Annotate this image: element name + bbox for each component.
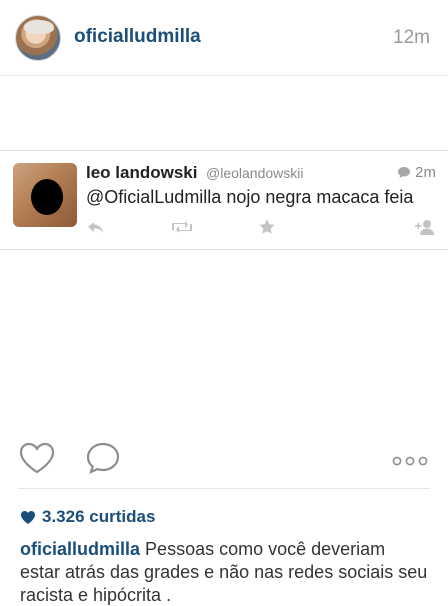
likes-text: 3.326 curtidas [42,507,156,526]
tweet-card: leo landowski @leolandowskii 2m @Oficial… [0,150,448,250]
more-icon[interactable] [392,453,428,471]
small-heart-icon [21,510,35,524]
tweet-avatar [13,163,77,227]
tweet-author-name: leo landowski [86,163,198,182]
reply-icon [86,217,106,237]
heart-icon[interactable] [18,441,56,480]
post-action-bar [0,435,448,485]
avatar-censor-mask [31,179,63,215]
post-username[interactable]: oficialludmilla [74,26,201,48]
follow-icon [412,217,436,237]
caption-username[interactable]: oficialludmilla [20,539,140,559]
post-timestamp: 12m [393,27,430,48]
tweet-time: 2m [397,164,436,181]
tweet-author-handle: @leolandowskii [206,165,304,181]
speech-bubble-icon [398,167,411,178]
tweet-text: @OficialLudmilla nojo negra macaca feia [86,187,414,207]
divider [18,488,430,489]
retweet-icon [170,217,194,237]
post-header: oficialludmilla 12m [0,0,448,76]
avatar[interactable] [15,15,61,61]
tweet-time-text: 2m [415,164,436,181]
post-caption: oficialludmilla Pessoas como você deveri… [20,538,430,606]
star-icon [258,217,276,237]
likes-count[interactable]: 3.326 curtidas [20,507,155,527]
tweet-actions [86,217,436,237]
comment-icon[interactable] [84,441,122,480]
